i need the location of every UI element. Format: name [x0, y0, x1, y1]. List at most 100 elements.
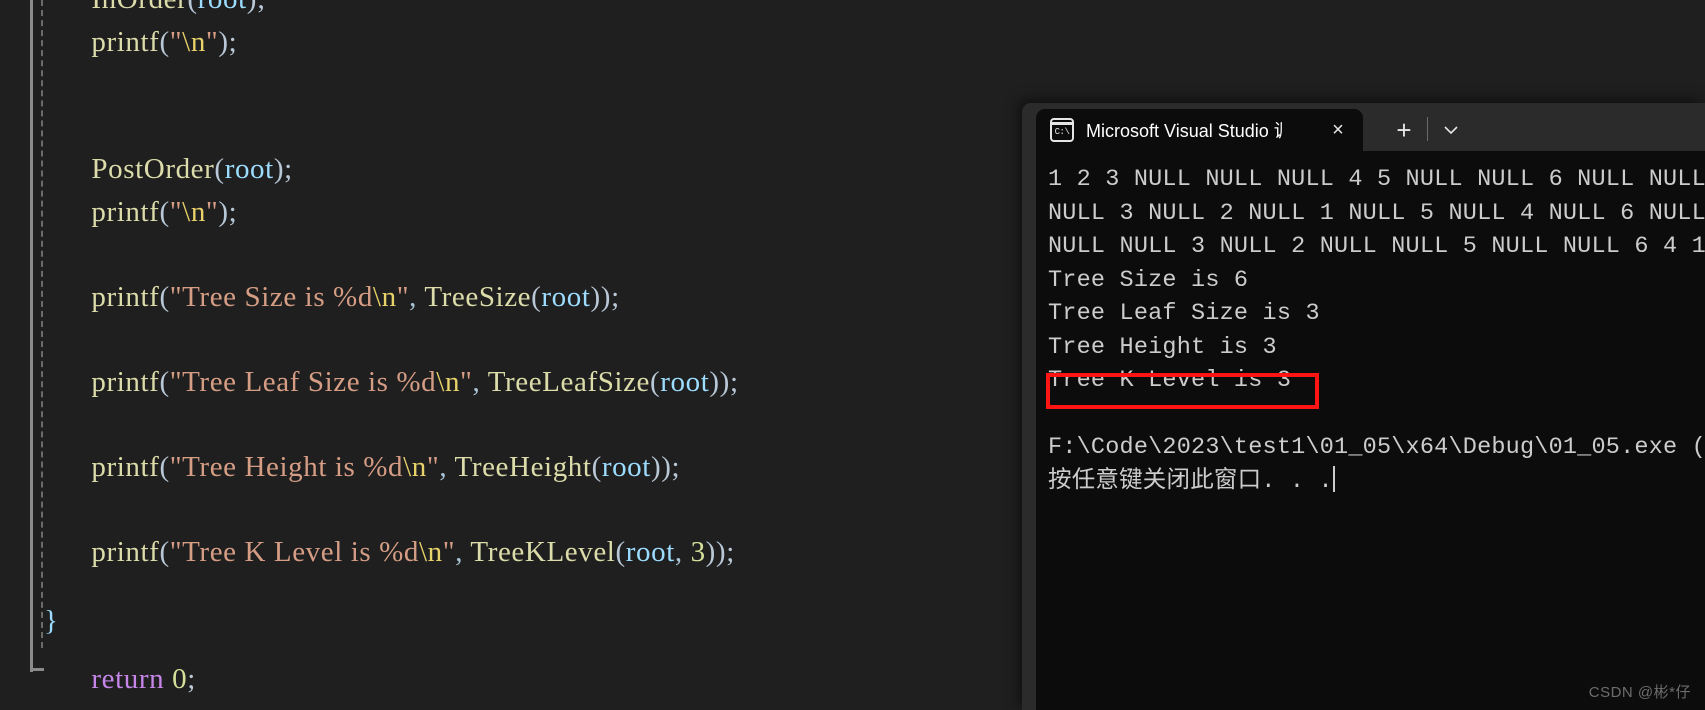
code-token: root	[660, 365, 710, 398]
code-token: printf	[91, 25, 160, 58]
console-output-line: Tree Leaf Size is 3	[1048, 300, 1320, 327]
code-token: TreeKLevel	[470, 535, 616, 568]
console-titlebar[interactable]: C:\ Microsoft Visual Studio 调试控 × +	[1022, 103, 1705, 151]
code-token: InOrder	[91, 0, 187, 15]
console-output-line: 按任意键关闭此窗口. . .	[1048, 465, 1335, 495]
close-icon[interactable]: ×	[1325, 117, 1351, 143]
code-token: 3	[690, 535, 706, 568]
code-token: "	[205, 195, 219, 228]
code-token: ,	[674, 535, 691, 568]
code-token: root	[198, 0, 247, 15]
code-line: printf("Tree K Level is %d\n", TreeKLeve…	[60, 531, 739, 574]
watermark: CSDN @彬*仔	[1588, 684, 1691, 701]
code-token: \n	[182, 195, 206, 228]
code-text[interactable]: InOrder(root); printf("\n"); PostOrder(r…	[60, 0, 739, 701]
console-cmd-icon-glyph: C:\	[1054, 126, 1070, 137]
code-line: printf("Tree Size is %d\n", TreeSize(roo…	[60, 276, 739, 319]
code-token: ;	[228, 25, 238, 58]
code-token: printf	[91, 450, 160, 483]
code-editor-pane[interactable]: InOrder(root); printf("\n"); PostOrder(r…	[0, 0, 1022, 710]
console-output-line	[1048, 398, 1705, 432]
code-token: "	[442, 535, 456, 568]
code-token: TreeLeafSize	[487, 365, 651, 398]
toolbar-divider	[1427, 117, 1428, 141]
code-token: 0	[172, 663, 188, 695]
code-token: ;	[729, 365, 739, 398]
code-token: "	[169, 195, 183, 228]
code-token: (	[159, 450, 170, 483]
code-token: ,	[472, 365, 488, 398]
console-tab[interactable]: C:\ Microsoft Visual Studio 调试控 ×	[1036, 109, 1363, 151]
editor-structure-guide-elbow	[30, 668, 44, 671]
code-token: ;	[187, 663, 196, 695]
code-token: ))	[709, 365, 730, 398]
code-token: (	[159, 535, 170, 568]
screenshot-root: InOrder(root); printf("\n"); PostOrder(r…	[0, 0, 1705, 710]
code-line: printf("\n");	[60, 21, 739, 64]
code-token: ))	[650, 450, 672, 483]
code-token: (	[159, 280, 170, 313]
code-token: ,	[455, 535, 471, 568]
console-output-area[interactable]: 1 2 3 NULL NULL NULL 4 5 NULL NULL 6 NUL…	[1036, 151, 1705, 710]
code-token: )	[218, 195, 229, 228]
indent-guide-dashed	[41, 0, 43, 648]
code-token: "	[205, 25, 219, 58]
console-output-line: Tree Size is 6	[1048, 266, 1249, 294]
code-token: "Tree Leaf Size is %d	[169, 365, 437, 398]
code-token: printf	[91, 365, 160, 398]
chevron-down-icon[interactable]	[1434, 113, 1468, 147]
code-line: return 0;	[60, 658, 739, 701]
code-token: root	[224, 153, 274, 185]
code-token: root	[601, 450, 651, 483]
code-token: "Tree K Level is %d	[169, 535, 419, 568]
console-output-line: NULL 3 NULL 2 NULL 1 NULL 5 NULL 4 NULL …	[1048, 199, 1705, 227]
debug-console-window[interactable]: C:\ Microsoft Visual Studio 调试控 × + 1 2 …	[1022, 103, 1705, 710]
code-token: \n	[372, 280, 397, 313]
code-token: printf	[91, 195, 160, 228]
code-token: PostOrder	[91, 153, 215, 185]
console-caret	[1332, 465, 1335, 492]
code-line: printf("Tree Leaf Size is %d\n", TreeLea…	[60, 361, 739, 404]
code-token: TreeHeight	[454, 450, 592, 483]
console-output-line: F:\Code\2023\test1\01_05\x64\Debug\01_05…	[1048, 434, 1705, 461]
code-token: root	[541, 280, 591, 313]
code-token: ;	[611, 280, 620, 313]
new-tab-button[interactable]: +	[1387, 113, 1421, 147]
console-output-text: 1 2 3 NULL NULL NULL 4 5 NULL NULL 6 NUL…	[1048, 163, 1705, 498]
code-token: \n	[182, 25, 206, 58]
code-token: "	[169, 25, 183, 58]
code-token: ;	[671, 450, 681, 483]
console-tab-title: Microsoft Visual Studio 调试控	[1086, 121, 1282, 141]
code-token: "	[396, 280, 410, 313]
code-token: "Tree Size is %d	[169, 280, 373, 313]
code-token: (	[159, 365, 170, 398]
code-line: PostOrder(root);	[60, 148, 739, 191]
code-token: )	[273, 153, 285, 185]
code-token: \n	[436, 365, 461, 398]
console-output-line: Tree Height is 3	[1048, 333, 1277, 361]
closing-brace: }	[44, 605, 58, 637]
code-token: ;	[284, 153, 293, 185]
code-token: printf	[91, 280, 160, 313]
console-output-line: 1 2 3 NULL NULL NULL 4 5 NULL NULL 6 NUL…	[1048, 166, 1705, 193]
console-output-line: NULL NULL 3 NULL 2 NULL NULL 5 NULL NULL…	[1048, 233, 1705, 260]
code-token: ;	[228, 195, 238, 228]
code-token: "Tree Height is %d	[169, 450, 404, 483]
console-cmd-icon: C:\	[1050, 118, 1074, 142]
code-token: (	[531, 280, 542, 313]
